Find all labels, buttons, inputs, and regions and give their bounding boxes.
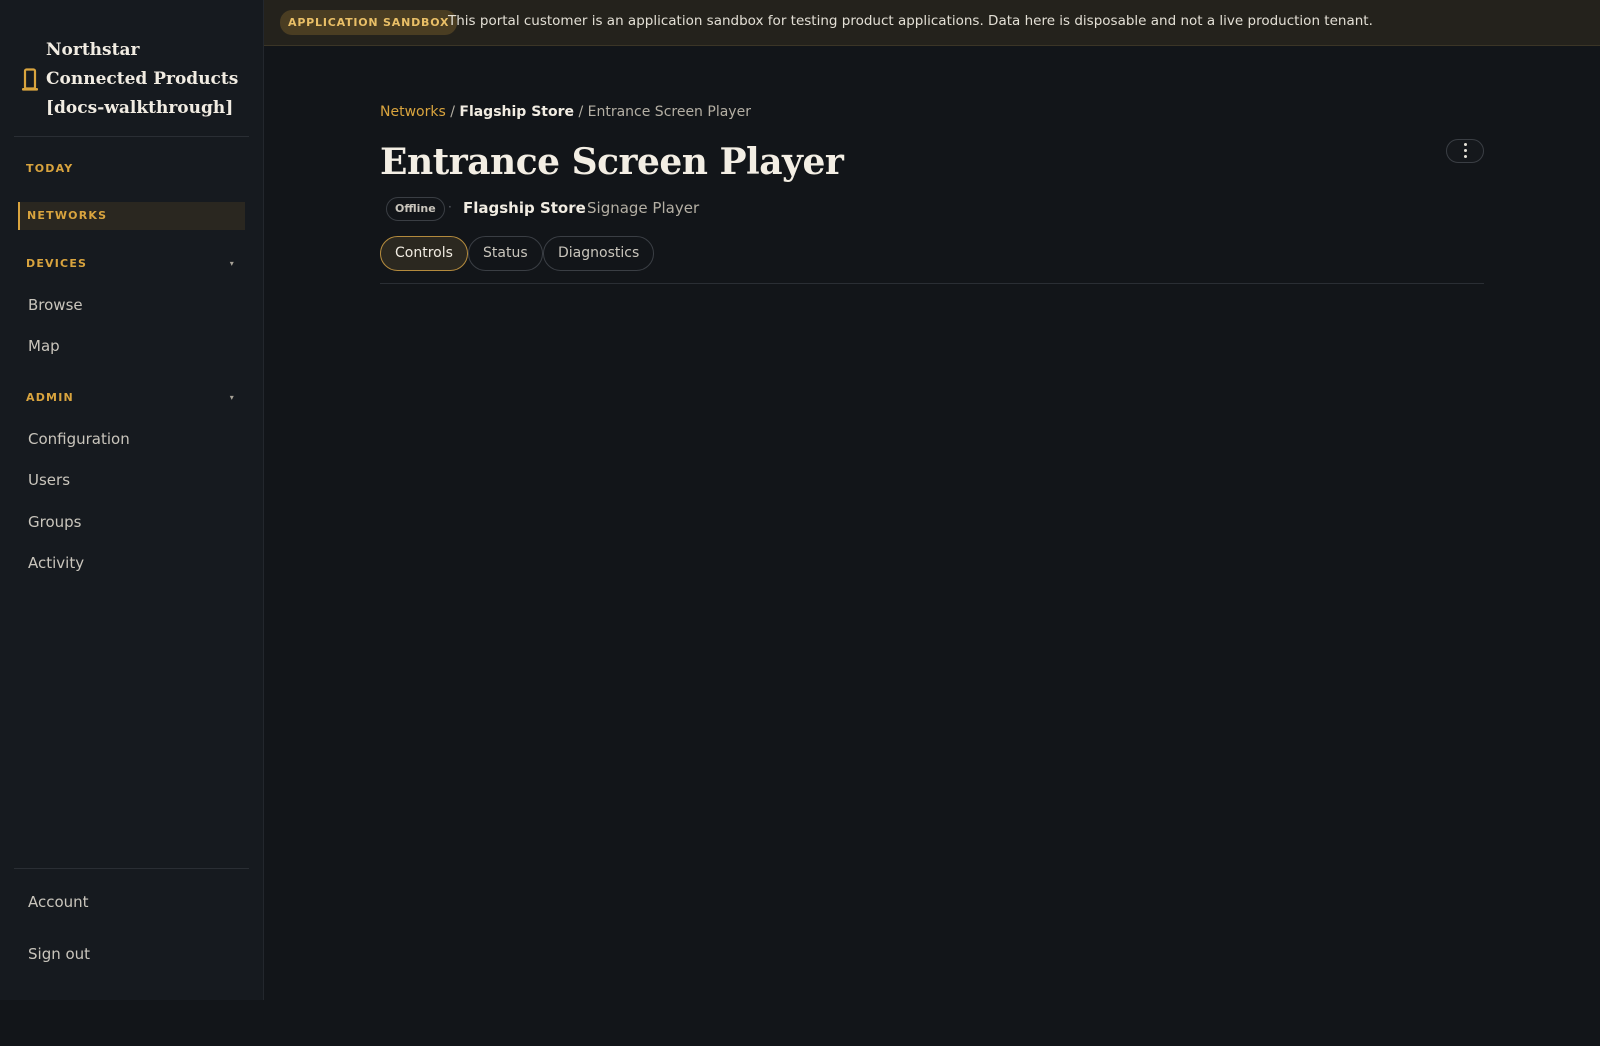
sidebar-item-activity[interactable]: Activity bbox=[28, 553, 84, 573]
sidebar-item-map[interactable]: Map bbox=[28, 336, 60, 356]
chevron-down-icon: ▾ bbox=[229, 259, 235, 268]
sidebar-item-networks[interactable]: NETWORKS bbox=[18, 202, 245, 230]
meta-separator: · bbox=[573, 200, 577, 214]
breadcrumb-networks[interactable]: Networks bbox=[380, 104, 446, 120]
sidebar-item-groups[interactable]: Groups bbox=[28, 512, 81, 532]
device-store-link[interactable]: Flagship Store bbox=[463, 199, 586, 217]
sidebar-item-browse[interactable]: Browse bbox=[28, 295, 83, 315]
sidebar-item-account[interactable]: Account bbox=[28, 892, 89, 912]
sandbox-banner: APPLICATION SANDBOX This portal customer… bbox=[264, 0, 1600, 46]
sidebar-section-admin[interactable]: ADMIN ▾ bbox=[18, 384, 245, 412]
sidebar-item-users[interactable]: Users bbox=[28, 470, 70, 490]
brand-header[interactable]: Northstar Connected Products [docs-walkt… bbox=[14, 0, 249, 137]
sidebar-item-configuration[interactable]: Configuration bbox=[28, 429, 130, 449]
phone-device-icon bbox=[22, 68, 38, 91]
tab-controls[interactable]: Controls bbox=[380, 236, 468, 271]
tab-diagnostics[interactable]: Diagnostics bbox=[543, 236, 655, 271]
sandbox-banner-text: This portal customer is an application s… bbox=[448, 13, 1373, 29]
sidebar-item-today[interactable]: TODAY bbox=[18, 155, 245, 183]
more-actions-button[interactable] bbox=[1446, 139, 1484, 163]
sidebar-item-sign-out[interactable]: Sign out bbox=[28, 944, 90, 964]
sidebar-section-devices[interactable]: DEVICES ▾ bbox=[18, 250, 245, 278]
device-type-label: Signage Player bbox=[587, 199, 700, 217]
breadcrumb-current: Entrance Screen Player bbox=[587, 104, 751, 120]
breadcrumb-separator: / bbox=[578, 104, 584, 120]
sidebar-divider bbox=[14, 868, 249, 869]
breadcrumb-flagship-store[interactable]: Flagship Store bbox=[459, 104, 574, 120]
chevron-down-icon: ▾ bbox=[229, 393, 235, 402]
breadcrumb: Networks / Flagship Store / Entrance Scr… bbox=[380, 103, 751, 121]
brand-title: Northstar Connected Products [docs-walkt… bbox=[46, 40, 239, 118]
sidebar-section-devices-label: DEVICES bbox=[26, 257, 88, 270]
meta-separator: · bbox=[448, 200, 452, 214]
breadcrumb-separator: / bbox=[450, 104, 455, 120]
app-root: Northstar Connected Products [docs-walkt… bbox=[0, 0, 1600, 1046]
sidebar: Northstar Connected Products [docs-walkt… bbox=[0, 0, 264, 1000]
status-badge: Offline bbox=[386, 197, 445, 221]
sidebar-section-admin-label: ADMIN bbox=[26, 391, 74, 404]
sandbox-badge: APPLICATION SANDBOX bbox=[280, 10, 458, 35]
tab-status[interactable]: Status bbox=[468, 236, 543, 271]
tabs-divider bbox=[380, 283, 1484, 284]
page-title: Entrance Screen Player bbox=[380, 141, 844, 183]
